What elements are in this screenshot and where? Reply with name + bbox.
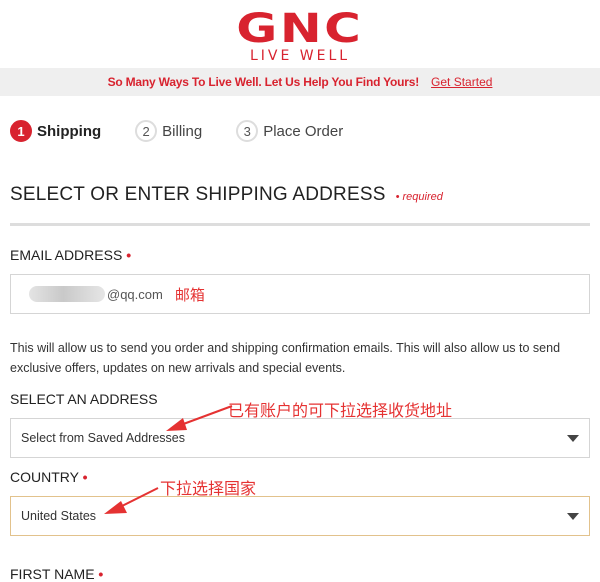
required-dot: •	[98, 566, 104, 582]
required-dot: •	[126, 247, 132, 263]
step-number: 3	[236, 120, 259, 142]
logo-main-text: GNC	[236, 6, 364, 52]
promo-banner: So Many Ways To Live Well. Let Us Help Y…	[0, 68, 600, 96]
required-note: • required	[395, 191, 443, 203]
section-title-text: SELECT OR ENTER SHIPPING ADDRESS	[10, 184, 386, 205]
first-name-label: FIRST NAME •	[10, 566, 103, 582]
checkout-steps: 1 Shipping 2 Billing 3 Place Order	[10, 120, 377, 142]
saved-address-select[interactable]: Select from Saved Addresses	[10, 418, 590, 458]
saved-address-value: Select from Saved Addresses	[21, 431, 185, 445]
country-label-text: COUNTRY	[10, 469, 79, 485]
address-label-text: SELECT AN ADDRESS	[10, 391, 158, 407]
step-label: Place Order	[263, 122, 344, 140]
blurred-email-username	[29, 286, 105, 302]
country-label: COUNTRY •	[10, 469, 88, 485]
step-number: 1	[10, 120, 32, 142]
country-annotation: 下拉选择国家	[160, 481, 257, 498]
step-number: 2	[135, 120, 158, 142]
step-label: Shipping	[37, 122, 102, 140]
email-annotation: 邮箱	[174, 286, 205, 304]
required-dot: •	[82, 469, 88, 485]
step-place-order[interactable]: 3 Place Order	[236, 120, 343, 142]
email-value-suffix: @qq.com	[107, 286, 163, 302]
get-started-link[interactable]: Get Started	[431, 75, 492, 89]
step-shipping[interactable]: 1 Shipping	[10, 120, 101, 142]
section-title: SELECT OR ENTER SHIPPING ADDRESS • requir…	[10, 184, 443, 206]
email-label-text: EMAIL ADDRESS	[10, 247, 123, 263]
caret-down-icon	[567, 434, 579, 442]
step-billing[interactable]: 2 Billing	[135, 120, 202, 142]
section-divider	[10, 223, 590, 226]
country-select[interactable]: United States	[10, 496, 590, 536]
caret-down-icon	[567, 512, 579, 520]
email-info-text: This will allow us to send you order and…	[10, 341, 561, 375]
gnc-logo[interactable]: GNC LIVE WELL	[0, 6, 600, 64]
address-label: SELECT AN ADDRESS	[10, 391, 158, 407]
step-label: Billing	[162, 122, 203, 140]
email-input[interactable]: @qq.com 邮箱	[10, 274, 590, 314]
email-label: EMAIL ADDRESS •	[10, 247, 131, 263]
promo-text: So Many Ways To Live Well. Let Us Help Y…	[107, 75, 420, 89]
country-value: United States	[21, 509, 97, 523]
address-annotation: 已有账户的可下拉选择收货地址	[228, 403, 453, 420]
first-name-label-text: FIRST NAME	[10, 566, 95, 582]
